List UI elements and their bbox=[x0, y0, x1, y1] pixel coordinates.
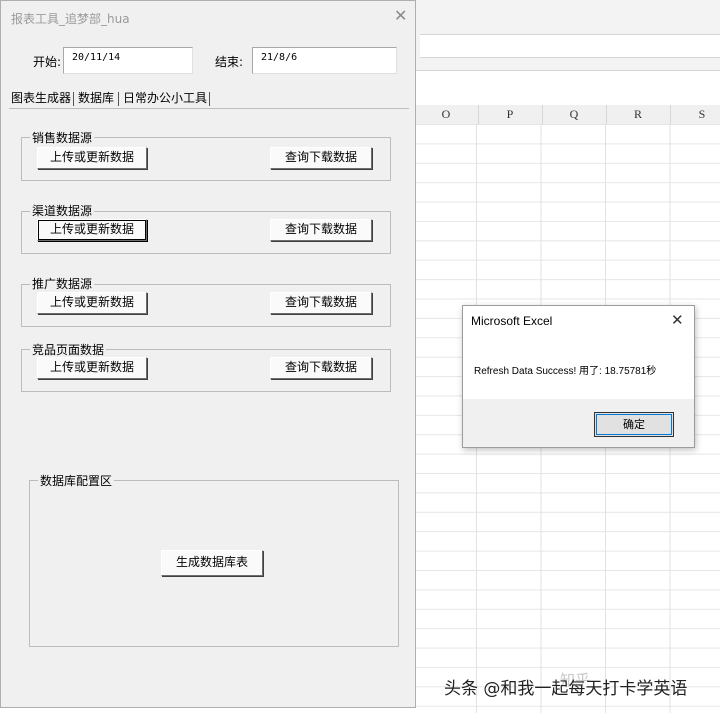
tab-database[interactable]: 数据库 bbox=[78, 90, 114, 107]
query-competitor-button[interactable]: 查询下载数据 bbox=[270, 357, 372, 379]
watermark: 头条 @和我一起每天打卡学英语 bbox=[444, 679, 688, 699]
tab-chart-generator[interactable]: 图表生成器 bbox=[11, 90, 71, 107]
userform-title: 报表工具_追梦部_hua bbox=[11, 12, 130, 26]
msgbox-message: Refresh Data Success! 用了: 18.75781秒 bbox=[474, 366, 657, 377]
end-date-input[interactable]: 21/8/6 bbox=[252, 47, 397, 74]
query-promo-button[interactable]: 查询下载数据 bbox=[270, 292, 372, 314]
column-header-q[interactable]: Q bbox=[542, 105, 607, 124]
column-headers: O P Q R S bbox=[414, 105, 720, 125]
start-date-input[interactable]: 20/11/14 bbox=[63, 47, 193, 74]
close-icon[interactable]: ✕ bbox=[394, 6, 407, 25]
frame-caption-promo: 推广数据源 bbox=[30, 275, 95, 292]
tab-separator bbox=[73, 92, 74, 106]
generate-db-table-button[interactable]: 生成数据库表 bbox=[161, 550, 263, 576]
start-date-label: 开始: bbox=[33, 55, 62, 69]
formula-bar[interactable] bbox=[420, 34, 720, 58]
excel-message-box: Microsoft Excel ✕ Refresh Data Success! … bbox=[462, 305, 695, 448]
tab-separator bbox=[209, 92, 210, 106]
frame-caption-competitor: 竞品页面数据 bbox=[30, 341, 107, 358]
upload-promo-button[interactable]: 上传或更新数据 bbox=[37, 292, 147, 314]
end-date-label: 结束: bbox=[215, 55, 244, 69]
query-channel-button[interactable]: 查询下载数据 bbox=[270, 219, 372, 241]
close-icon[interactable]: ✕ bbox=[671, 311, 684, 329]
column-header-p[interactable]: P bbox=[478, 105, 543, 124]
report-tool-userform: 报表工具_追梦部_hua ✕ 开始: 20/11/14 结束: 21/8/6 图… bbox=[0, 0, 416, 708]
upload-sales-button[interactable]: 上传或更新数据 bbox=[37, 147, 147, 169]
upload-competitor-button[interactable]: 上传或更新数据 bbox=[37, 357, 147, 379]
ok-button[interactable]: 确定 bbox=[594, 412, 674, 437]
tab-office-tools[interactable]: 日常办公小工具 bbox=[123, 90, 207, 107]
column-header-r[interactable]: R bbox=[606, 105, 671, 124]
tab-separator bbox=[118, 92, 119, 106]
upload-channel-button[interactable]: 上传或更新数据 bbox=[37, 219, 147, 241]
frame-caption-config: 数据库配置区 bbox=[38, 472, 115, 489]
frame-caption-channel: 渠道数据源 bbox=[30, 202, 95, 219]
msgbox-footer: 确定 bbox=[463, 399, 694, 447]
query-sales-button[interactable]: 查询下载数据 bbox=[270, 147, 372, 169]
msgbox-title: Microsoft Excel bbox=[471, 314, 553, 328]
tab-divider bbox=[9, 108, 409, 109]
column-header-o[interactable]: O bbox=[414, 105, 479, 124]
column-header-s[interactable]: S bbox=[670, 105, 720, 124]
frame-caption-sales: 销售数据源 bbox=[30, 129, 95, 146]
